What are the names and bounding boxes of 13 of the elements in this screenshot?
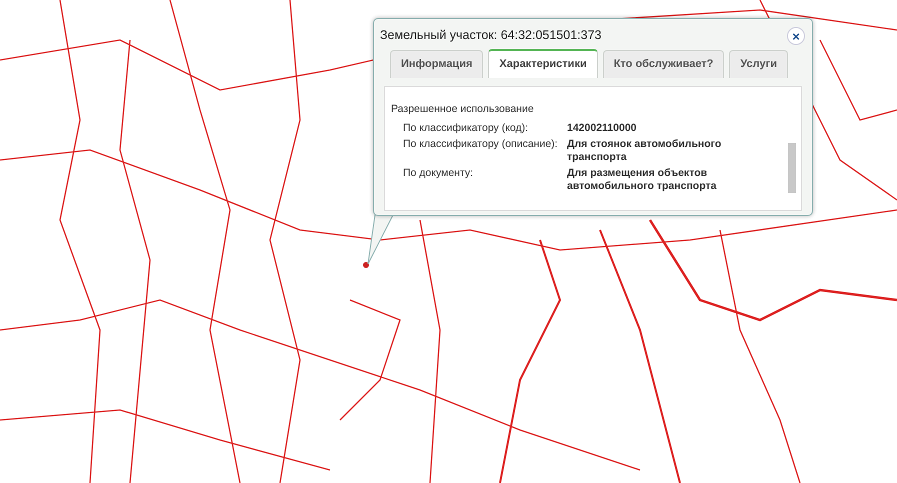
tab[interactable]: Информация: [390, 50, 484, 78]
tab[interactable]: Характеристики: [488, 48, 598, 78]
tab[interactable]: Кто обслуживает?: [602, 50, 724, 78]
close-button[interactable]: ×: [787, 27, 805, 45]
popup-title: Земельный участок: 64:32:051501:373: [380, 27, 602, 44]
field-value: 142002110000: [567, 122, 638, 134]
field-label: По документу:: [403, 167, 474, 182]
field-value: Для стоянок автомобильного транспорта: [567, 138, 722, 164]
field-label: По классификатору (описание):: [403, 138, 559, 152]
tab[interactable]: Услуги: [729, 50, 788, 78]
field-label: По классификатору (код):: [403, 122, 530, 134]
field-value: Для размещения объектов автомобильного транспорта: [567, 167, 718, 193]
section-title: Разрешенное использование: [391, 103, 535, 116]
